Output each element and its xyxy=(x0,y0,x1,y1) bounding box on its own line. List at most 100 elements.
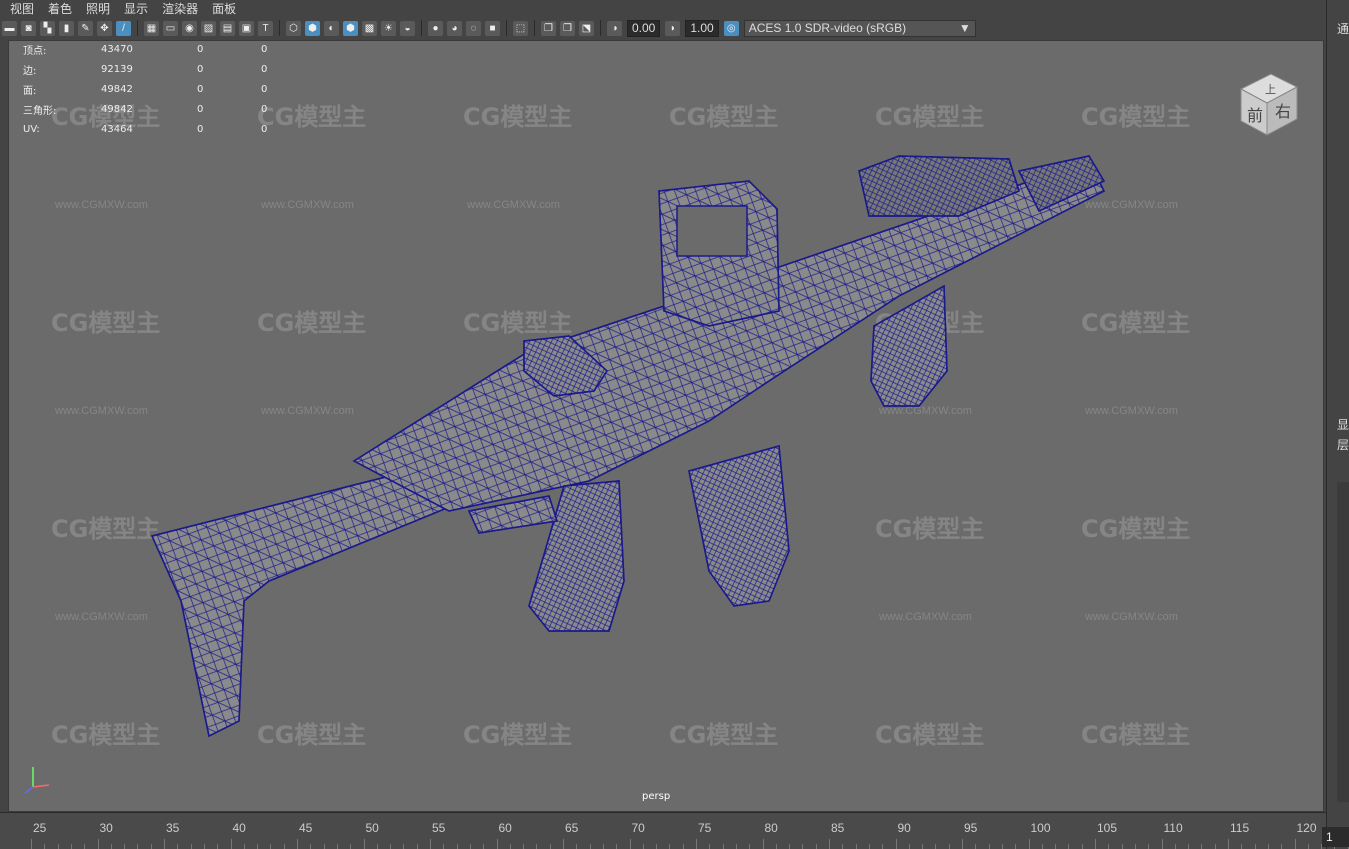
exposure-icon[interactable]: ◑ xyxy=(607,20,622,36)
wireframe-on-shaded-icon[interactable]: ⬢ xyxy=(343,20,358,36)
time-slider-tick xyxy=(270,844,272,849)
smooth-shade-icon[interactable]: ⬢ xyxy=(305,20,320,36)
time-slider-tick xyxy=(789,844,791,849)
time-slider-tick xyxy=(363,839,365,849)
time-slider-tick xyxy=(443,844,445,849)
hud-row-uvs: UV: 43464 0 0 xyxy=(23,119,267,139)
view-transform-select[interactable]: ACES 1.0 SDR-video (sRGB) ▼ xyxy=(743,19,976,37)
time-slider-tick xyxy=(1028,839,1030,849)
gate-mask-icon[interactable]: ▨ xyxy=(201,20,216,36)
hud-label: 三角形: xyxy=(23,105,57,117)
grid-icon[interactable]: ▦ xyxy=(144,20,159,36)
two-d-pan-zoom-icon[interactable]: ✥ xyxy=(97,20,112,36)
menu-panels[interactable]: 面板 xyxy=(212,0,236,17)
time-slider-tick xyxy=(922,844,924,849)
exposure-field[interactable]: 0.00 xyxy=(627,19,661,37)
gamma-field[interactable]: 1.00 xyxy=(685,19,719,37)
ambient-occlusion-icon[interactable]: ● xyxy=(428,20,443,36)
gamma-icon[interactable]: ◗ xyxy=(665,20,681,36)
time-slider-tick xyxy=(1095,839,1096,849)
grease-pencil-icon[interactable]: ✎ xyxy=(78,20,93,36)
time-slider-tick xyxy=(1267,844,1269,849)
camera-attributes-icon[interactable]: ◙ xyxy=(21,20,36,36)
viewcube-front-label[interactable]: 前 xyxy=(1247,106,1263,125)
depth-of-field-icon[interactable]: ■ xyxy=(485,20,500,36)
time-slider-tick xyxy=(177,844,179,849)
perspective-viewport[interactable]: CG模型主 CG模型主 CG模型主 CG模型主 CG模型主 CG模型主 CG模型… xyxy=(8,40,1324,812)
time-slider-tick xyxy=(709,844,711,849)
pencil-draw-icon[interactable]: / xyxy=(116,20,131,36)
film-gate-icon[interactable]: ▭ xyxy=(163,20,178,36)
xray-icon[interactable]: ❐ xyxy=(541,20,556,36)
time-slider-tick xyxy=(310,844,312,849)
time-slider-tick xyxy=(469,844,471,849)
safe-title-icon[interactable]: T xyxy=(258,20,273,36)
time-slider-tick xyxy=(868,844,870,849)
time-slider-tick xyxy=(297,839,298,849)
time-slider-tick xyxy=(536,844,538,849)
rifle-wireframe-model[interactable] xyxy=(9,41,1324,812)
time-slider-tick xyxy=(842,844,844,849)
viewcube[interactable]: 上 前 右 xyxy=(1231,69,1305,139)
hud-label: 顶点: xyxy=(23,45,47,57)
resolution-gate-icon[interactable]: ◉ xyxy=(182,20,197,36)
time-slider-tick xyxy=(1148,844,1150,849)
menu-show[interactable]: 显示 xyxy=(124,0,148,17)
menu-renderer[interactable]: 渲染器 xyxy=(162,0,198,17)
time-slider-tick xyxy=(403,844,405,849)
hud-row-triangles: 三角形: 49842 0 0 xyxy=(23,99,267,119)
xray-active-components-icon[interactable]: ❒ xyxy=(560,20,575,36)
viewcube-top-label[interactable]: 上 xyxy=(1265,83,1276,96)
time-slider-tick xyxy=(722,844,724,849)
xray-joints-icon[interactable]: ⬔ xyxy=(579,20,594,36)
shadows-icon[interactable]: ◒ xyxy=(400,20,415,36)
time-slider-tick xyxy=(283,844,285,849)
select-camera-icon[interactable]: ▬ xyxy=(2,20,17,36)
hud-label: 边: xyxy=(23,65,37,77)
time-slider-tick xyxy=(656,844,658,849)
viewcube-right-label[interactable]: 右 xyxy=(1275,102,1291,121)
wireframe-icon[interactable]: ⬡ xyxy=(286,20,301,36)
menu-lighting[interactable]: 照明 xyxy=(86,0,110,17)
time-slider-tick xyxy=(1041,844,1043,849)
time-slider[interactable]: 25 30 35 40 45 50 55 60 65 70 75 80 85 90 95 100 105 110 1… xyxy=(0,812,1349,849)
anti-aliasing-icon[interactable]: ◌ xyxy=(466,20,481,36)
time-slider-tick xyxy=(190,844,192,849)
time-slider-tick xyxy=(1001,844,1003,849)
time-slider-tick xyxy=(1121,844,1123,849)
isolate-select-icon[interactable]: ⬚ xyxy=(513,20,528,36)
current-frame-field[interactable]: 1 xyxy=(1322,827,1349,847)
default-material-icon[interactable]: ◐ xyxy=(324,20,339,36)
view-transform-value: ACES 1.0 SDR-video (sRGB) xyxy=(748,21,907,35)
menu-view[interactable]: 视图 xyxy=(10,0,34,17)
image-plane-icon[interactable]: ▮ xyxy=(59,20,74,36)
right-panel-scrollbar[interactable] xyxy=(1337,482,1349,802)
time-slider-tick xyxy=(749,844,751,849)
color-management-icon[interactable]: ◎ xyxy=(723,20,739,36)
time-slider-tick xyxy=(1068,844,1070,849)
time-slider-tick xyxy=(589,844,591,849)
time-slider-tick xyxy=(642,844,644,849)
poly-count-hud: 顶点: 43470 0 0 边: 92139 0 0 面: 49842 0 0 … xyxy=(23,41,267,139)
textured-icon[interactable]: ▩ xyxy=(362,20,377,36)
bookmark-icon[interactable]: ▚ xyxy=(40,20,55,36)
toolbar-separator xyxy=(600,20,601,36)
lights-icon[interactable]: ☀ xyxy=(381,20,396,36)
safe-action-icon[interactable]: ▣ xyxy=(239,20,254,36)
time-slider-tick xyxy=(97,839,99,849)
time-slider-tick xyxy=(31,839,32,849)
motion-blur-icon[interactable]: ◕ xyxy=(447,20,462,36)
time-slider-tick-label: 40 xyxy=(232,821,246,835)
time-slider-tick xyxy=(908,844,910,849)
hud-label: 面: xyxy=(23,85,37,97)
time-slider-tick xyxy=(616,844,618,849)
viewport-menu-bar: 视图 着色 照明 显示 渲染器 面板 xyxy=(0,0,1326,16)
time-slider-tick xyxy=(829,839,830,849)
time-slider-tick xyxy=(962,839,963,849)
time-slider-tick xyxy=(1294,839,1296,849)
hud-row-vertices: 顶点: 43470 0 0 xyxy=(23,41,267,59)
time-slider-tick xyxy=(988,844,990,849)
menu-shading[interactable]: 着色 xyxy=(48,0,72,17)
time-slider-tick xyxy=(1188,844,1190,849)
field-chart-icon[interactable]: ▤ xyxy=(220,20,235,36)
